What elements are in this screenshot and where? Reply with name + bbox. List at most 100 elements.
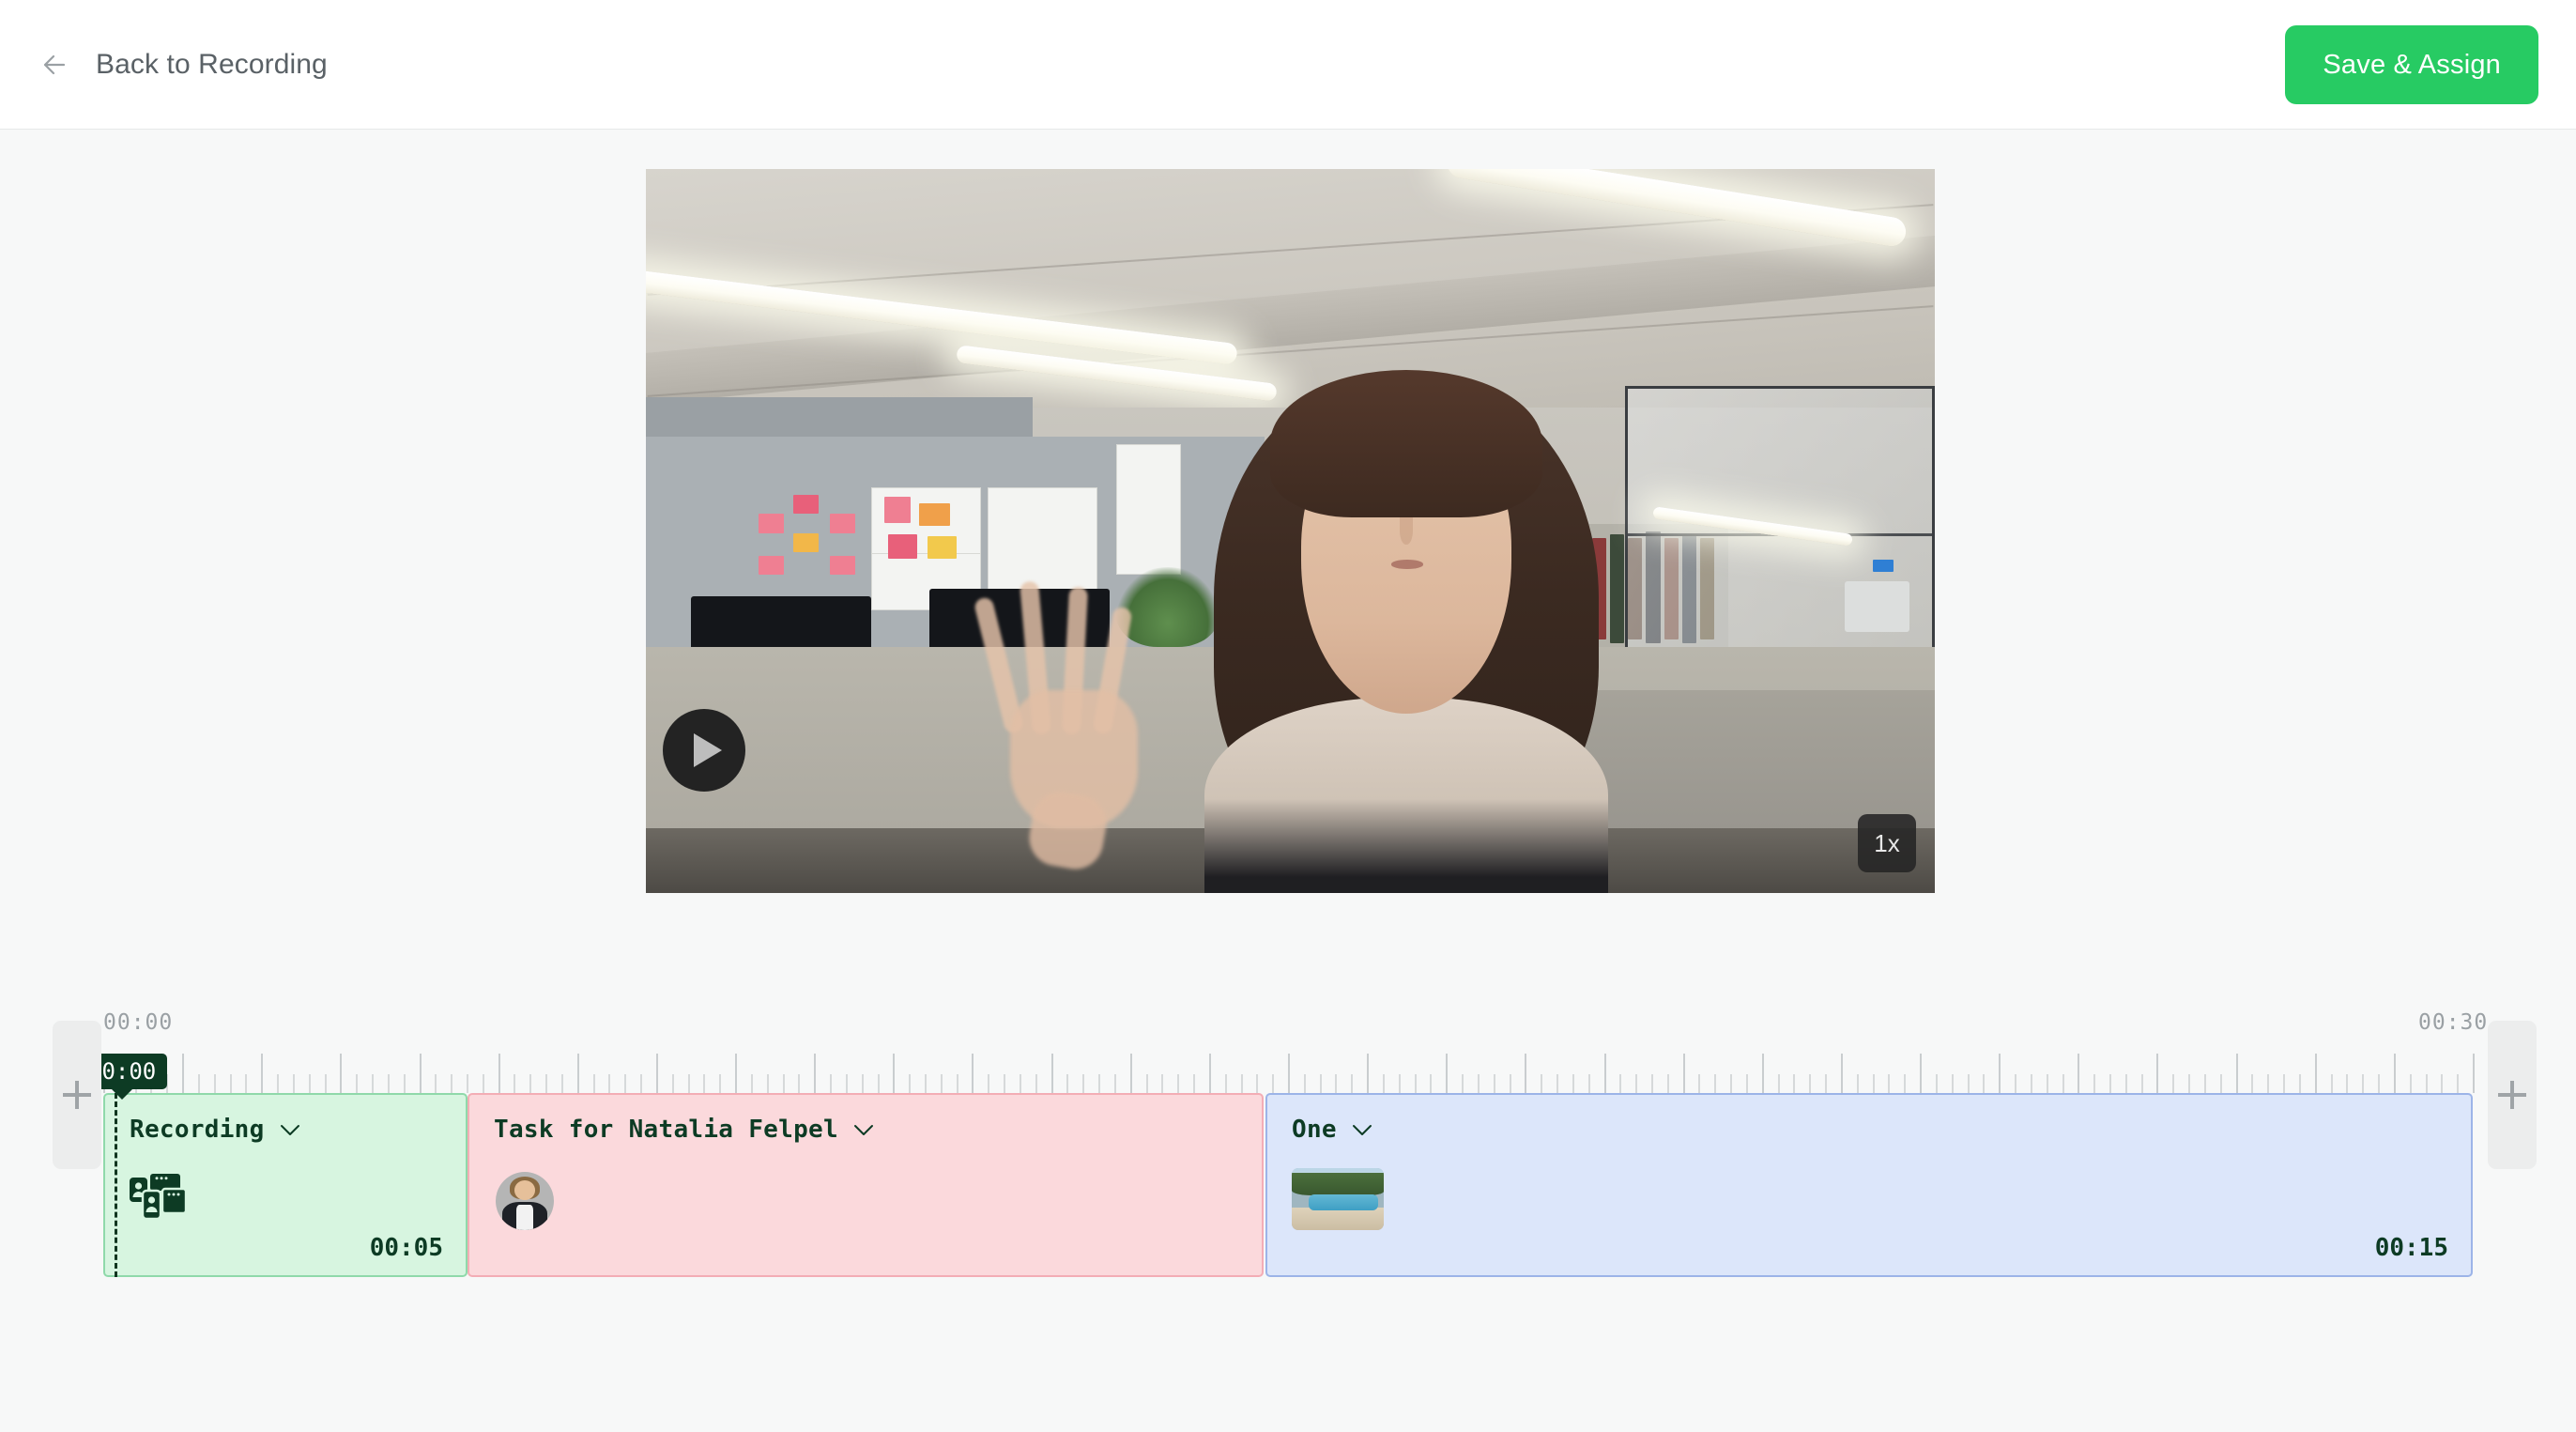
ruler-tick-minor bbox=[2409, 1074, 2412, 1093]
ruler-tick-minor bbox=[988, 1074, 990, 1093]
ruler-tick-minor bbox=[2188, 1074, 2191, 1093]
ruler-tick-major bbox=[1367, 1054, 1370, 1093]
ruler-tick-minor bbox=[1935, 1074, 1938, 1093]
ruler-tick-minor bbox=[1303, 1074, 1306, 1093]
clip-title-label: Recording bbox=[130, 1116, 265, 1144]
back-to-recording-button[interactable]: Back to Recording bbox=[36, 46, 328, 84]
ruler-tick-minor bbox=[1825, 1074, 1828, 1093]
ruler-tick-major bbox=[182, 1054, 185, 1093]
ruler-tick-major bbox=[735, 1054, 738, 1093]
timeline-track[interactable]: Recording 00:05 Task for Natalia Felpel One… bbox=[0, 1093, 2576, 1277]
ruler-tick-minor bbox=[1983, 1074, 1986, 1093]
ruler-tick-minor bbox=[2108, 1074, 2111, 1093]
ruler-tick-minor bbox=[1967, 1074, 1970, 1093]
ruler-tick-minor bbox=[1177, 1074, 1180, 1093]
playhead-line[interactable] bbox=[115, 1093, 117, 1277]
ruler-tick-major bbox=[1050, 1054, 1053, 1093]
ruler-tick-minor bbox=[1777, 1074, 1780, 1093]
ruler-tick-minor bbox=[2124, 1074, 2127, 1093]
ruler-tick-minor bbox=[1098, 1074, 1101, 1093]
clip-title[interactable]: Recording bbox=[130, 1116, 300, 1144]
add-clip-left-button[interactable] bbox=[53, 1021, 101, 1169]
ruler-tick-minor bbox=[2015, 1074, 2017, 1093]
ruler-tick-minor bbox=[1856, 1074, 1859, 1093]
ruler-tick-minor bbox=[2093, 1074, 2096, 1093]
ruler-tick-minor bbox=[308, 1074, 311, 1093]
ruler-tick-minor bbox=[1730, 1074, 1733, 1093]
ruler-tick-minor bbox=[1145, 1074, 1148, 1093]
ruler-tick-minor bbox=[2046, 1074, 2048, 1093]
ruler-tick-minor bbox=[750, 1074, 753, 1093]
ruler-tick-major bbox=[1761, 1054, 1764, 1093]
add-clip-right-button[interactable] bbox=[2488, 1021, 2537, 1169]
clip-title[interactable]: Task for Natalia Felpel bbox=[494, 1116, 874, 1144]
ruler-tick-minor bbox=[830, 1074, 833, 1093]
ruler-tick-minor bbox=[1619, 1074, 1622, 1093]
play-button[interactable] bbox=[663, 709, 745, 792]
ruler-tick-minor bbox=[435, 1074, 437, 1093]
clip-title-label: One bbox=[1292, 1116, 1337, 1144]
ruler-tick-minor bbox=[1351, 1074, 1354, 1093]
ruler-tick-minor bbox=[1335, 1074, 1338, 1093]
ruler-tick-minor bbox=[2362, 1074, 2365, 1093]
ruler-tick-minor bbox=[1382, 1074, 1385, 1093]
ruler-tick-minor bbox=[1635, 1074, 1638, 1093]
ruler-tick-minor bbox=[2425, 1074, 2428, 1093]
ruler-tick-minor bbox=[2283, 1074, 2286, 1093]
ruler-tick-minor bbox=[292, 1074, 295, 1093]
back-to-recording-label: Back to Recording bbox=[96, 48, 328, 80]
ruler-tick-minor bbox=[2219, 1074, 2222, 1093]
video-frame-image bbox=[646, 169, 1935, 893]
ruler-tick-major bbox=[2473, 1054, 2475, 1093]
chevron-down-icon[interactable] bbox=[853, 1124, 874, 1136]
clip-duration: 00:15 bbox=[2374, 1234, 2448, 1262]
ruler-tick-minor bbox=[277, 1074, 280, 1093]
video-player[interactable]: 1x bbox=[646, 169, 1935, 893]
ruler-tick-major bbox=[498, 1054, 500, 1093]
ruler-tick-minor bbox=[2251, 1074, 2254, 1093]
timeline-clip[interactable]: One 00:15 bbox=[1265, 1093, 2473, 1277]
timeline-ruler[interactable] bbox=[0, 1046, 2576, 1093]
ruler-tick-minor bbox=[1698, 1074, 1701, 1093]
ruler-tick-major bbox=[1288, 1054, 1290, 1093]
ruler-tick-minor bbox=[1462, 1074, 1464, 1093]
ruler-tick-minor bbox=[1414, 1074, 1417, 1093]
ruler-tick-minor bbox=[529, 1074, 532, 1093]
ruler-tick-minor bbox=[1651, 1074, 1653, 1093]
playback-speed-badge[interactable]: 1x bbox=[1858, 814, 1916, 872]
ruler-labels: 00:00 00:30 bbox=[0, 1003, 2576, 1040]
ruler-tick-minor bbox=[766, 1074, 769, 1093]
plus-icon bbox=[63, 1093, 91, 1097]
ruler-tick-minor bbox=[1587, 1074, 1590, 1093]
ruler-tick-major bbox=[1682, 1054, 1685, 1093]
ruler-tick-major bbox=[1999, 1054, 2001, 1093]
ruler-tick-minor bbox=[798, 1074, 801, 1093]
ruler-tick-minor bbox=[1113, 1074, 1116, 1093]
ruler-tick-minor bbox=[387, 1074, 390, 1093]
ruler-tick-minor bbox=[1872, 1074, 1875, 1093]
ruler-tick-minor bbox=[671, 1074, 674, 1093]
ruler-tick-major bbox=[972, 1054, 974, 1093]
clip-title-label: Task for Natalia Felpel bbox=[494, 1116, 838, 1144]
timeline-clip[interactable]: Recording 00:05 bbox=[103, 1093, 468, 1277]
chevron-down-icon[interactable] bbox=[1352, 1124, 1372, 1136]
ruler-tick-minor bbox=[1398, 1074, 1401, 1093]
clip-thumbnail bbox=[1292, 1168, 1384, 1230]
ruler-tick-minor bbox=[624, 1074, 627, 1093]
ruler-tick-major bbox=[893, 1054, 896, 1093]
ruler-tick-minor bbox=[1019, 1074, 1021, 1093]
timeline-clip[interactable]: Task for Natalia Felpel bbox=[468, 1093, 1264, 1277]
ruler-tick-minor bbox=[451, 1074, 453, 1093]
ruler-tick-major bbox=[1129, 1054, 1132, 1093]
clip-title[interactable]: One bbox=[1292, 1116, 1372, 1144]
ruler-tick-minor bbox=[687, 1074, 690, 1093]
ruler-tick-minor bbox=[1904, 1074, 1907, 1093]
chevron-down-icon[interactable] bbox=[280, 1124, 300, 1136]
ruler-tick-minor bbox=[2457, 1074, 2460, 1093]
ruler-tick-minor bbox=[2062, 1074, 2064, 1093]
ruler-tick-minor bbox=[1004, 1074, 1006, 1093]
ruler-tick-minor bbox=[356, 1074, 359, 1093]
save-and-assign-button[interactable]: Save & Assign bbox=[2285, 25, 2538, 104]
screen-recording-icon bbox=[130, 1174, 186, 1221]
ruler-tick-minor bbox=[909, 1074, 912, 1093]
